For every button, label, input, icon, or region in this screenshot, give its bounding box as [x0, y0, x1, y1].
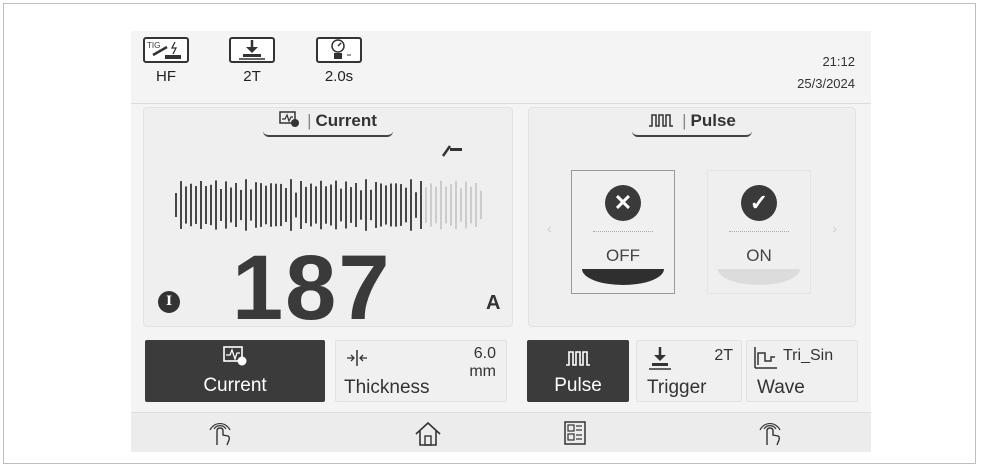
chevron-right-icon[interactable]: › [832, 220, 837, 236]
trigger-button[interactable]: 2T Trigger [636, 340, 742, 402]
pulse-on-label: ON [746, 246, 772, 265]
date-readout: 25/3/2024 [797, 76, 855, 91]
current-panel: | Current I 187 A [143, 107, 513, 334]
check-icon: ✓ [741, 185, 777, 221]
menu-grid-icon[interactable] [564, 421, 586, 450]
current-unit: A [486, 292, 501, 314]
pulse-on-option[interactable]: ✓ ON [707, 170, 811, 294]
remote-touch-icon[interactable] [757, 421, 785, 452]
status-mode-label: HF [156, 68, 176, 85]
pulse-wave-icon [648, 112, 674, 132]
pulse-off-label: OFF [606, 246, 640, 265]
status-gas-label: 2.0s [324, 68, 354, 85]
status-mode[interactable]: TIG HF [143, 37, 189, 85]
current-monitor-icon [279, 111, 300, 132]
current-title-text: Current [315, 111, 377, 130]
clock: 21:12 25/3/2024 [797, 51, 855, 95]
option-divider [729, 231, 789, 232]
selection-indicator [582, 269, 664, 285]
home-icon[interactable] [414, 421, 442, 452]
thickness-unit: mm [469, 363, 496, 380]
torch-icon [440, 142, 464, 163]
thickness-icon [346, 349, 368, 372]
thickness-label: Thickness [344, 377, 430, 398]
trigger-icon [229, 37, 275, 63]
current-waveform [175, 179, 482, 231]
close-icon: ✕ [605, 185, 641, 221]
tig-torch-icon: TIG [143, 37, 189, 63]
status-divider [131, 103, 871, 104]
status-gas[interactable]: 2.0s [316, 37, 362, 85]
current-button[interactable]: Current [145, 340, 325, 402]
wave-label: Wave [757, 377, 805, 398]
status-trigger[interactable]: 2T [229, 37, 275, 85]
current-panel-title: | Current [144, 111, 512, 138]
gas-flow-icon [316, 37, 362, 63]
status-trigger-label: 2T [243, 68, 261, 85]
pulse-panel-title: | Pulse [529, 111, 855, 137]
current-button-label: Current [203, 375, 267, 396]
current-value: 187 [232, 237, 392, 339]
trigger-icon [647, 346, 673, 377]
selection-indicator [718, 269, 800, 285]
pulse-off-option[interactable]: ✕ OFF [571, 170, 675, 294]
remote-touch-icon[interactable] [207, 421, 235, 452]
wave-value: Tri_Sin [783, 347, 834, 364]
pulse-wave-icon [565, 350, 591, 371]
bottom-nav [131, 412, 871, 452]
pulse-button-label: Pulse [554, 375, 602, 396]
current-indicator-icon: I [158, 291, 180, 313]
thickness-value: 6.0 [473, 345, 496, 362]
device-frame: TIG HF 2T 2.0s 21:12 25/3/2024 | Current… [3, 3, 976, 464]
pulse-panel: | Pulse ‹ › ✕ OFF ✓ ON [528, 107, 856, 327]
trigger-label: Trigger [647, 377, 707, 398]
svg-text:TIG: TIG [147, 41, 160, 50]
pulse-title-text: Pulse [690, 111, 736, 130]
pulse-button[interactable]: Pulse [527, 340, 629, 402]
trigger-value: 2T [714, 347, 733, 364]
chevron-left-icon[interactable]: ‹ [547, 220, 552, 236]
thickness-button[interactable]: 6.0 mm Thickness [335, 340, 507, 402]
option-divider [593, 231, 653, 232]
current-monitor-icon [223, 346, 247, 371]
wave-button[interactable]: Tri_Sin Wave [746, 340, 858, 402]
time-readout: 21:12 [822, 54, 855, 69]
welder-screen: TIG HF 2T 2.0s 21:12 25/3/2024 | Current… [131, 31, 871, 452]
waveform-icon [753, 345, 779, 376]
